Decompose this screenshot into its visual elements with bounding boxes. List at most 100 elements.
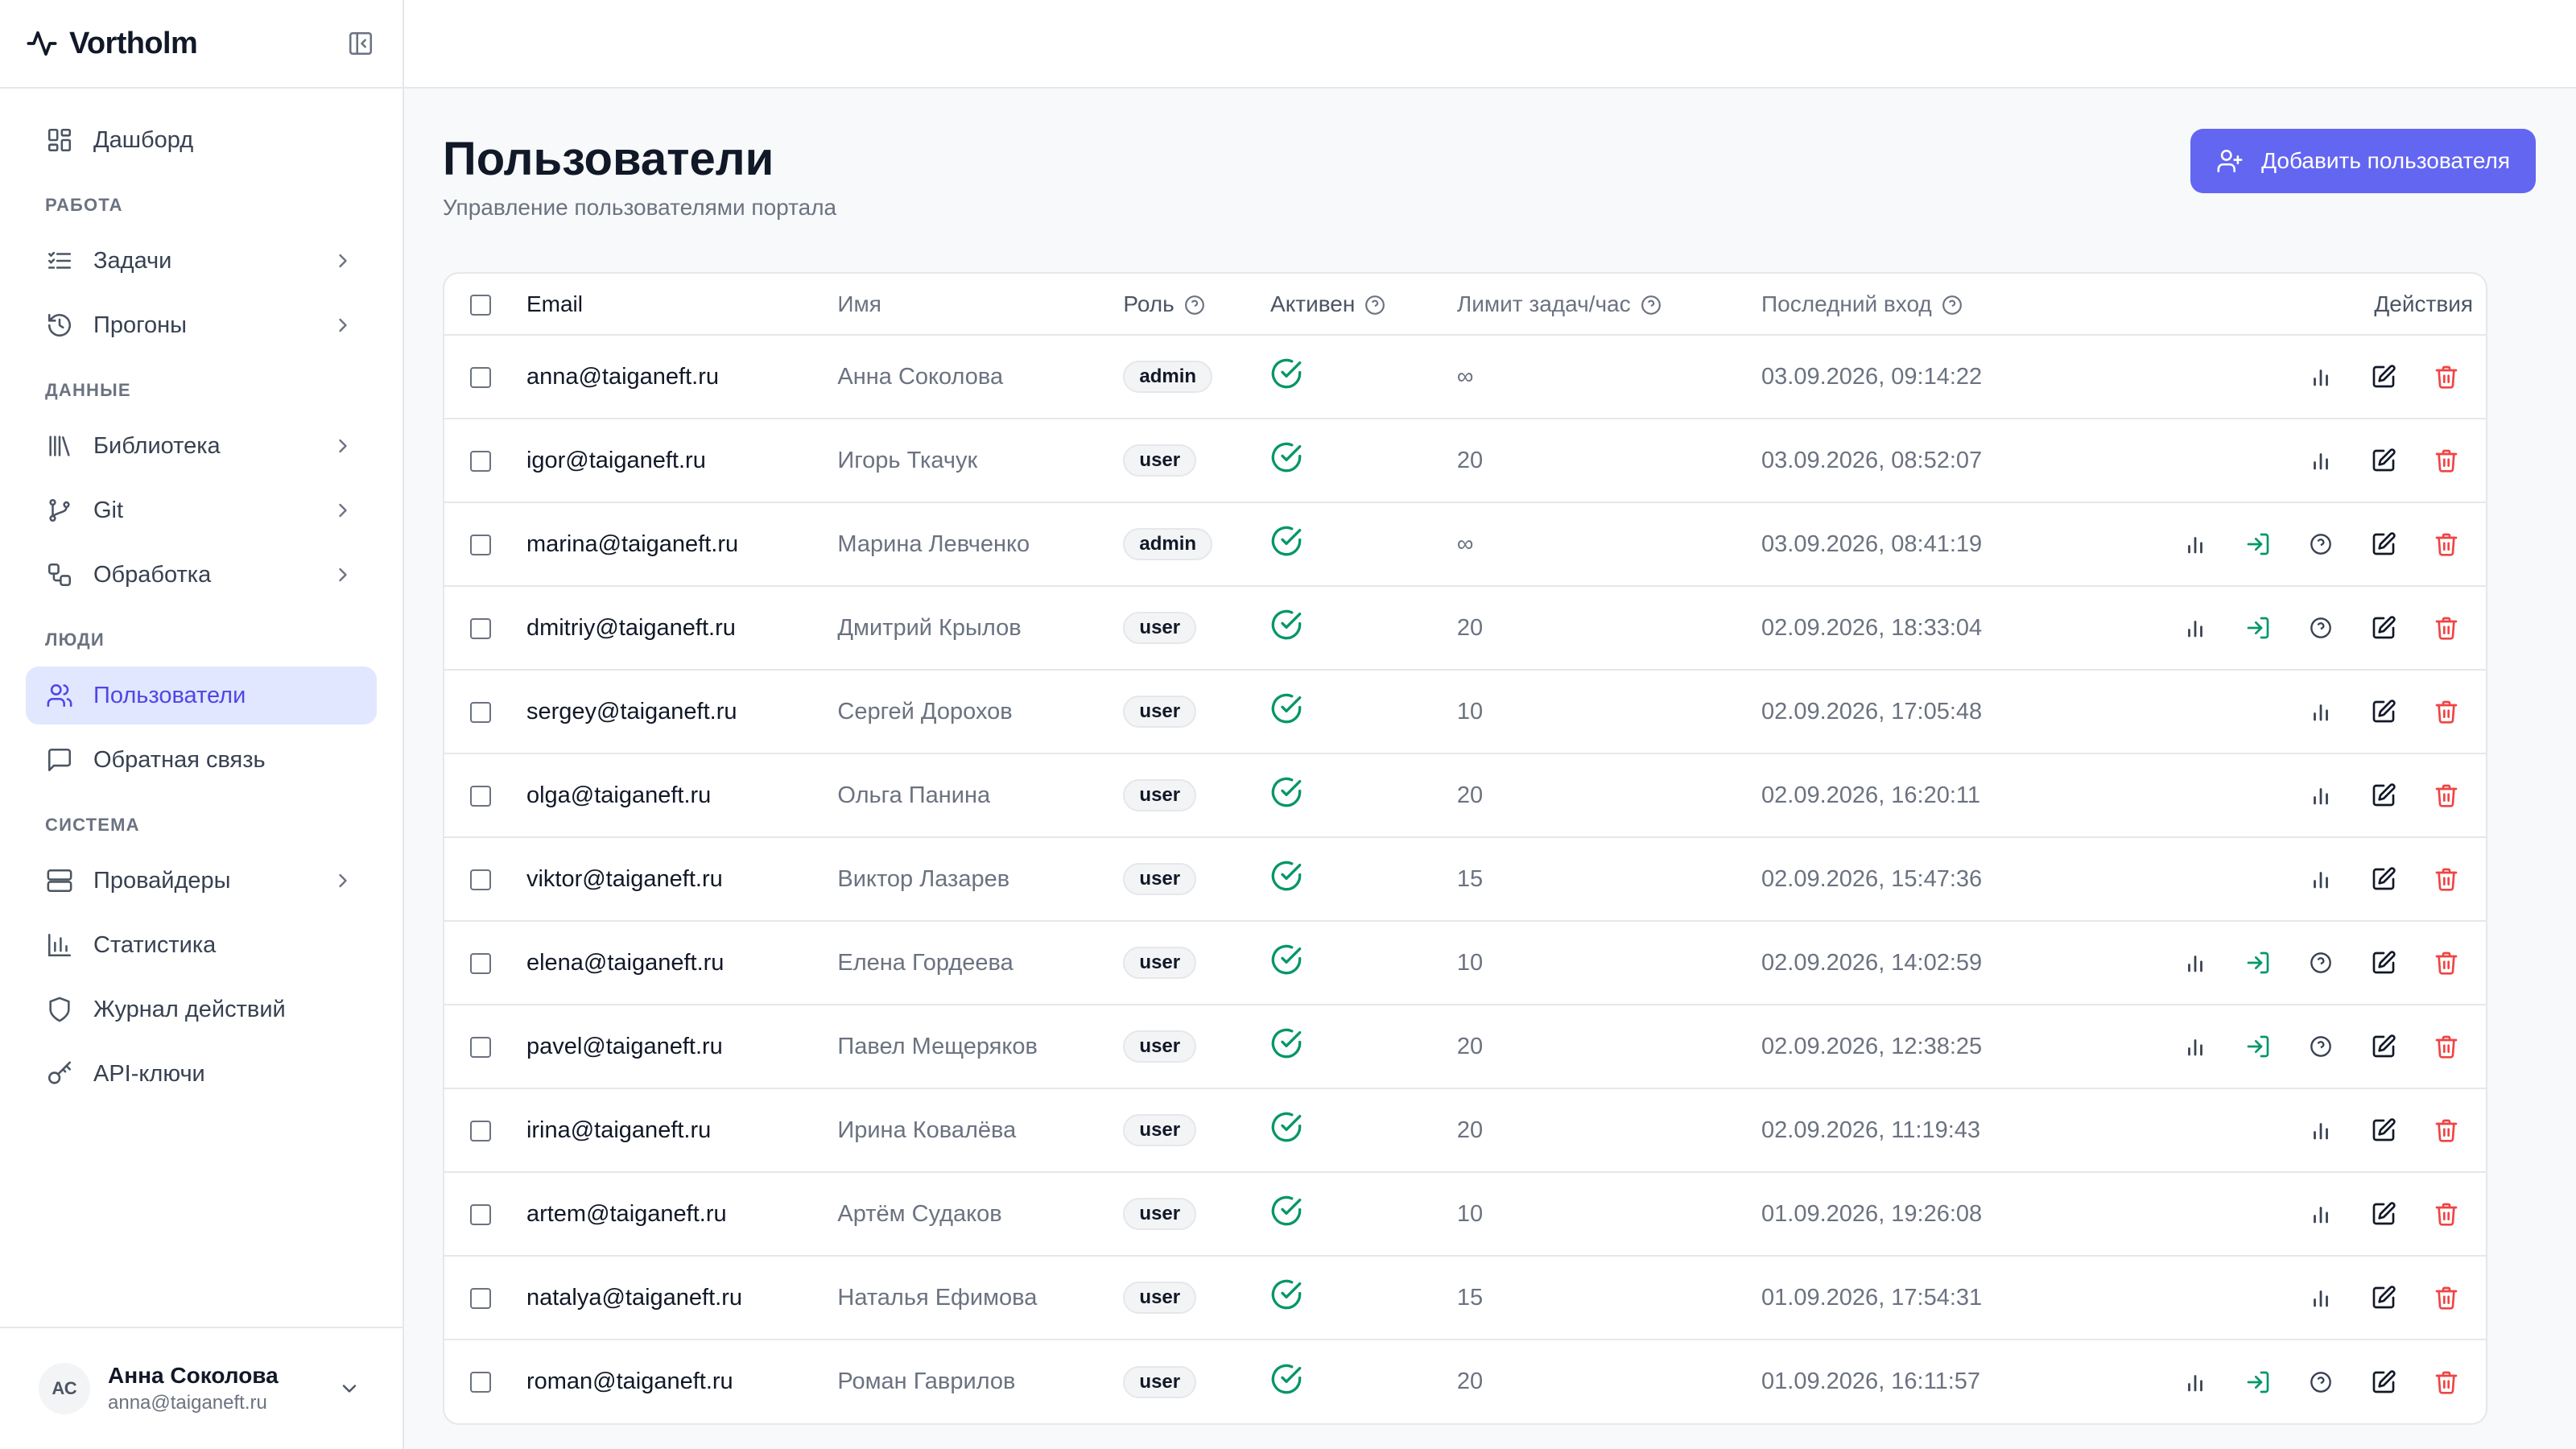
sidebar-item-history[interactable]: Прогоны bbox=[26, 296, 377, 354]
column-header-limit[interactable]: Лимит задач/час bbox=[1456, 274, 1762, 336]
delete-icon[interactable] bbox=[2423, 860, 2470, 898]
edit-icon[interactable] bbox=[2360, 692, 2407, 731]
column-header-last-login[interactable]: Последний вход bbox=[1761, 274, 2156, 336]
sidebar-item-dashboard[interactable]: Дашборд bbox=[26, 111, 377, 169]
login-as-icon[interactable] bbox=[2235, 1363, 2281, 1402]
edit-icon[interactable] bbox=[2360, 1363, 2407, 1402]
column-header-active[interactable]: Активен bbox=[1270, 274, 1457, 336]
help-icon[interactable] bbox=[1184, 295, 1205, 316]
cell-last-login: 03.09.2026, 09:14:22 bbox=[1761, 335, 2156, 419]
row-checkbox[interactable] bbox=[470, 1203, 491, 1225]
check-circle-icon bbox=[1270, 943, 1302, 976]
sidebar-item-server[interactable]: Провайдеры bbox=[26, 852, 377, 910]
delete-icon[interactable] bbox=[2423, 1027, 2470, 1066]
cell-limit: 10 bbox=[1456, 921, 1762, 1005]
row-checkbox[interactable] bbox=[470, 617, 491, 639]
row-checkbox[interactable] bbox=[470, 1372, 491, 1393]
select-all-checkbox[interactable] bbox=[470, 295, 491, 316]
check-circle-icon bbox=[1270, 692, 1302, 724]
stats-icon[interactable] bbox=[2297, 1111, 2344, 1150]
help-icon[interactable] bbox=[1942, 295, 1963, 316]
delete-icon[interactable] bbox=[2423, 692, 2470, 731]
row-checkbox[interactable] bbox=[470, 450, 491, 472]
stats-icon[interactable] bbox=[2297, 1195, 2344, 1233]
edit-icon[interactable] bbox=[2360, 525, 2407, 564]
row-checkbox[interactable] bbox=[470, 701, 491, 723]
row-actions bbox=[2156, 943, 2470, 982]
help-icon[interactable] bbox=[1364, 295, 1385, 316]
column-header-name[interactable]: Имя bbox=[837, 274, 1124, 336]
edit-icon[interactable] bbox=[2360, 1278, 2407, 1317]
stats-icon[interactable] bbox=[2297, 441, 2344, 480]
login-as-icon[interactable] bbox=[2235, 609, 2281, 647]
delete-icon[interactable] bbox=[2423, 1111, 2470, 1150]
sidebar-item-tasks[interactable]: Задачи bbox=[26, 232, 377, 290]
column-header-email[interactable]: Email bbox=[526, 274, 838, 336]
delete-icon[interactable] bbox=[2423, 943, 2470, 982]
login-as-icon[interactable] bbox=[2235, 525, 2281, 564]
edit-icon[interactable] bbox=[2360, 860, 2407, 898]
row-actions bbox=[2281, 441, 2470, 480]
row-checkbox[interactable] bbox=[470, 1036, 491, 1058]
row-checkbox[interactable] bbox=[470, 1287, 491, 1309]
stats-icon[interactable] bbox=[2297, 692, 2344, 731]
stats-icon[interactable] bbox=[2297, 1278, 2344, 1317]
login-as-icon[interactable] bbox=[2235, 1027, 2281, 1066]
edit-icon[interactable] bbox=[2360, 776, 2407, 815]
stats-icon[interactable] bbox=[2172, 609, 2219, 647]
edit-icon[interactable] bbox=[2360, 1027, 2407, 1066]
check-circle-icon bbox=[1270, 1278, 1302, 1311]
delete-icon[interactable] bbox=[2423, 525, 2470, 564]
stats-icon[interactable] bbox=[2297, 357, 2344, 396]
stats-icon[interactable] bbox=[2172, 1363, 2219, 1402]
edit-icon[interactable] bbox=[2360, 357, 2407, 396]
row-checkbox[interactable] bbox=[470, 534, 491, 555]
column-header-role[interactable]: Роль bbox=[1123, 274, 1271, 336]
sidebar-item-library[interactable]: Библиотека bbox=[26, 417, 377, 475]
delete-icon[interactable] bbox=[2423, 776, 2470, 815]
delete-icon[interactable] bbox=[2423, 1278, 2470, 1317]
sidebar-item-chart[interactable]: Статистика bbox=[26, 916, 377, 974]
delete-icon[interactable] bbox=[2423, 609, 2470, 647]
help-icon[interactable] bbox=[2297, 609, 2344, 647]
login-as-icon[interactable] bbox=[2235, 943, 2281, 982]
sidebar-item-message[interactable]: Обратная связь bbox=[26, 731, 377, 789]
stats-icon[interactable] bbox=[2172, 1027, 2219, 1066]
cell-limit: 10 bbox=[1456, 670, 1762, 754]
delete-icon[interactable] bbox=[2423, 441, 2470, 480]
delete-icon[interactable] bbox=[2423, 1195, 2470, 1233]
edit-icon[interactable] bbox=[2360, 441, 2407, 480]
row-checkbox[interactable] bbox=[470, 952, 491, 974]
table-row: pavel@taiganeft.ru Павел Мещеряков user 20 0… bbox=[444, 1005, 2486, 1089]
edit-icon[interactable] bbox=[2360, 609, 2407, 647]
row-checkbox[interactable] bbox=[470, 869, 491, 890]
help-icon[interactable] bbox=[2297, 1027, 2344, 1066]
brand-header: Vortholm bbox=[0, 0, 402, 89]
add-user-button[interactable]: Добавить пользователя bbox=[2190, 129, 2536, 193]
stats-icon[interactable] bbox=[2297, 860, 2344, 898]
row-checkbox[interactable] bbox=[470, 785, 491, 807]
cell-name: Роман Гаврилов bbox=[837, 1368, 1016, 1394]
sidebar-item-key[interactable]: API-ключи bbox=[26, 1045, 377, 1103]
row-checkbox[interactable] bbox=[470, 366, 491, 388]
stats-icon[interactable] bbox=[2172, 525, 2219, 564]
row-checkbox[interactable] bbox=[470, 1120, 491, 1141]
sidebar-item-git-branch[interactable]: Git bbox=[26, 481, 377, 539]
help-icon[interactable] bbox=[2297, 525, 2344, 564]
help-icon[interactable] bbox=[2297, 1363, 2344, 1402]
sidebar-item-workflow[interactable]: Обработка bbox=[26, 546, 377, 604]
delete-icon[interactable] bbox=[2423, 1363, 2470, 1402]
delete-icon[interactable] bbox=[2423, 357, 2470, 396]
help-icon[interactable] bbox=[2297, 943, 2344, 982]
stats-icon[interactable] bbox=[2172, 943, 2219, 982]
edit-icon[interactable] bbox=[2360, 1111, 2407, 1150]
edit-icon[interactable] bbox=[2360, 943, 2407, 982]
edit-icon[interactable] bbox=[2360, 1195, 2407, 1233]
sidebar-item-users[interactable]: Пользователи bbox=[26, 667, 377, 724]
sidebar-collapse-icon[interactable] bbox=[345, 27, 377, 60]
help-icon[interactable] bbox=[1641, 295, 1662, 316]
sidebar-item-shield[interactable]: Журнал действий bbox=[26, 980, 377, 1038]
stats-icon[interactable] bbox=[2297, 776, 2344, 815]
cell-limit: 20 bbox=[1456, 1088, 1762, 1173]
user-menu[interactable]: АС Анна Соколова anna@taiganeft.ru bbox=[0, 1327, 402, 1449]
